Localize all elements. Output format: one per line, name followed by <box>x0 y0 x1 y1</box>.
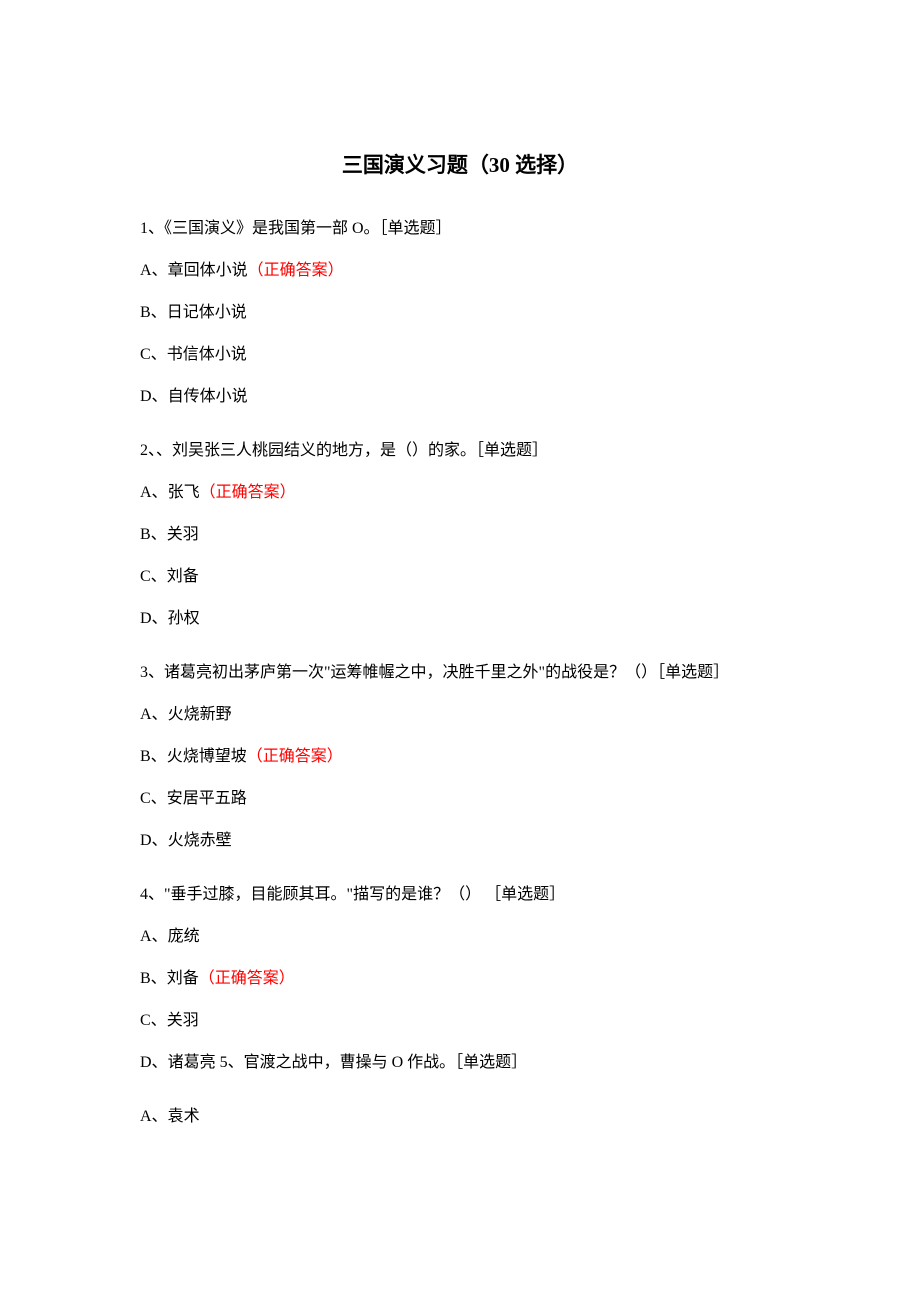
correct-answer-marker: （正确答案） <box>248 262 344 279</box>
question-block: 3、诸葛亮初出茅庐第一次"运筹帷幄之中，决胜千里之外"的战役是？（）［单选题］ A… <box>140 661 780 853</box>
option-text: 日记体小说 <box>167 304 247 321</box>
option-text: 书信体小说 <box>167 346 247 363</box>
option-prefix: B、 <box>140 748 167 765</box>
option: D、孙权 <box>140 607 780 631</box>
option-prefix: C、 <box>140 346 167 363</box>
option-text: 安居平五路 <box>167 790 247 807</box>
option-text: 诸葛亮 5、官渡之战中，曹操与 O 作战。［单选题］ <box>168 1054 528 1071</box>
option-text: 刘备 <box>167 970 199 987</box>
option-prefix: B、 <box>140 304 167 321</box>
option-text: 庞统 <box>168 928 200 945</box>
option-text: 火烧赤壁 <box>168 832 232 849</box>
option-prefix: A、 <box>140 1108 168 1125</box>
option-prefix: D、 <box>140 1054 168 1071</box>
question-stem: 2、、刘吴张三人桃园结义的地方，是（）的家。［单选题］ <box>140 439 780 463</box>
option: D、火烧赤壁 <box>140 829 780 853</box>
question-stem: 3、诸葛亮初出茅庐第一次"运筹帷幄之中，决胜千里之外"的战役是？（）［单选题］ <box>140 661 780 685</box>
question-block: 4、"垂手过膝，目能顾其耳。"描写的是谁？（） ［单选题］ A、庞统 B、刘备（正确… <box>140 883 780 1075</box>
option-prefix: B、 <box>140 970 167 987</box>
option-text: 火烧新野 <box>168 706 232 723</box>
option-text: 关羽 <box>167 526 199 543</box>
question-stem: 1、《三国演义》是我国第一部 O。［单选题］ <box>140 217 780 241</box>
option-prefix: A、 <box>140 706 168 723</box>
option: D、诸葛亮 5、官渡之战中，曹操与 O 作战。［单选题］ <box>140 1051 780 1075</box>
option: C、关羽 <box>140 1009 780 1033</box>
option-prefix: A、 <box>140 262 168 279</box>
correct-answer-marker: （正确答案） <box>200 484 296 501</box>
option: C、刘备 <box>140 565 780 589</box>
option: B、火烧博望坡（正确答案） <box>140 745 780 769</box>
questions-container: 1、《三国演义》是我国第一部 O。［单选题］A、章回体小说（正确答案）B、日记体… <box>140 217 780 1129</box>
option-text: 关羽 <box>167 1012 199 1029</box>
option: A、袁术 <box>140 1105 780 1129</box>
option-prefix: D、 <box>140 388 168 405</box>
option-text: 袁术 <box>168 1108 200 1125</box>
option-prefix: A、 <box>140 484 168 501</box>
option-prefix: C、 <box>140 1012 167 1029</box>
option-text: 刘备 <box>167 568 199 585</box>
option: B、关羽 <box>140 523 780 547</box>
option-text: 孙权 <box>168 610 200 627</box>
question-stem: 4、"垂手过膝，目能顾其耳。"描写的是谁？（） ［单选题］ <box>140 883 780 907</box>
option: B、日记体小说 <box>140 301 780 325</box>
option: C、书信体小说 <box>140 343 780 367</box>
option: C、安居平五路 <box>140 787 780 811</box>
question-block: 2、、刘吴张三人桃园结义的地方，是（）的家。［单选题］ A、张飞（正确答案） B、关… <box>140 439 780 631</box>
option-text: 火烧博望坡 <box>167 748 247 765</box>
option: B、刘备（正确答案） <box>140 967 780 991</box>
option-prefix: C、 <box>140 790 167 807</box>
option-text: 章回体小说 <box>168 262 248 279</box>
correct-answer-marker: （正确答案） <box>199 970 295 987</box>
option-prefix: B、 <box>140 526 167 543</box>
option: A、张飞（正确答案） <box>140 481 780 505</box>
option-prefix: D、 <box>140 832 168 849</box>
option: A、庞统 <box>140 925 780 949</box>
option-text: 自传体小说 <box>168 388 248 405</box>
page-title: 三国演义习题（30 选择） <box>140 150 780 182</box>
option-prefix: A、 <box>140 928 168 945</box>
option-prefix: D、 <box>140 610 168 627</box>
option: D、自传体小说 <box>140 385 780 409</box>
option-prefix: C、 <box>140 568 167 585</box>
option: A、章回体小说（正确答案） <box>140 259 780 283</box>
option: A、火烧新野 <box>140 703 780 727</box>
option-text: 张飞 <box>168 484 200 501</box>
question-block: 1、《三国演义》是我国第一部 O。［单选题］ A、章回体小说（正确答案） B、日记体… <box>140 217 780 409</box>
correct-answer-marker: （正确答案） <box>247 748 343 765</box>
